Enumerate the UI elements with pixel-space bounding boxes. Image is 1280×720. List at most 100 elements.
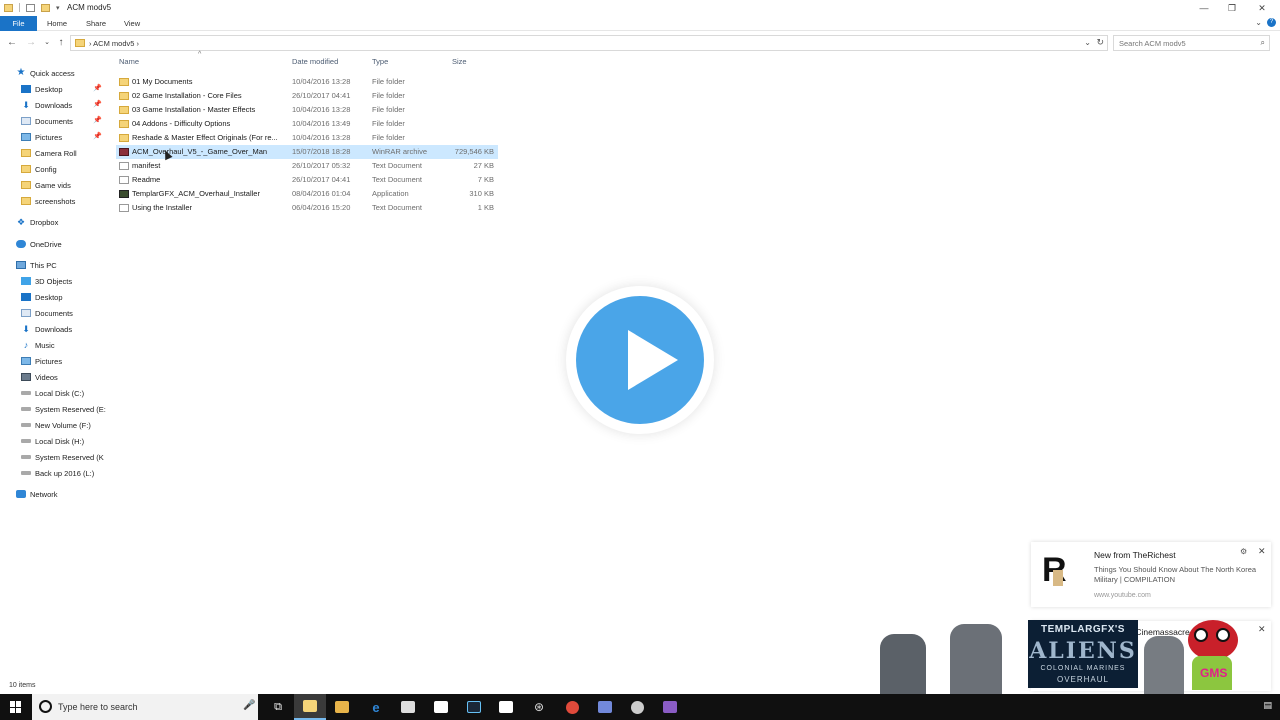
- nav-downloads[interactable]: ⬇ Downloads: [21, 98, 131, 112]
- taskbar-mail[interactable]: [425, 694, 457, 720]
- taskbar-edge[interactable]: e: [360, 694, 392, 720]
- recent-locations-button[interactable]: ⌄: [40, 37, 54, 49]
- taskbar-app[interactable]: [654, 694, 686, 720]
- taskbar-media-app[interactable]: [326, 694, 358, 720]
- close-button[interactable]: ✕: [1248, 0, 1276, 16]
- nav-screenshots[interactable]: screenshots: [21, 194, 131, 208]
- nav-drive-l[interactable]: Back up 2016 (L:): [21, 466, 131, 480]
- nav-pc-downloads[interactable]: ⬇ Downloads: [21, 322, 131, 336]
- new-folder-icon[interactable]: [41, 3, 50, 12]
- file-row[interactable]: manifest 26/10/2017 05:32 Text Document …: [116, 159, 498, 173]
- minimize-button[interactable]: —: [1190, 0, 1218, 16]
- nav-pictures[interactable]: Pictures: [21, 130, 131, 144]
- mascot-eye: [1216, 628, 1230, 642]
- nav-videos[interactable]: Videos: [21, 370, 131, 384]
- taskbar-search[interactable]: Type here to search 🎤: [32, 694, 258, 720]
- gear-icon[interactable]: ⚙: [1240, 547, 1247, 556]
- file-row[interactable]: TemplarGFX_ACM_Overhaul_Installer 08/04/…: [116, 187, 498, 201]
- refresh-icon[interactable]: ↻: [1096, 37, 1104, 48]
- taskbar-chrome[interactable]: [556, 694, 588, 720]
- nav-documents[interactable]: Documents: [21, 114, 131, 128]
- close-icon[interactable]: ✕: [1258, 546, 1266, 557]
- pin-icon: 📌: [93, 117, 102, 124]
- expand-ribbon-icon[interactable]: ⌄: [1255, 18, 1262, 27]
- logo-accent: [1053, 570, 1063, 586]
- file-row[interactable]: Readme 26/10/2017 04:41 Text Document 7 …: [116, 173, 498, 187]
- folder-icon[interactable]: [4, 3, 13, 12]
- nav-drive-h[interactable]: Local Disk (H:): [21, 434, 131, 448]
- notification-toast[interactable]: R New from TheRichest Things You Should …: [1031, 542, 1271, 607]
- nav-music[interactable]: ♪ Music: [21, 338, 131, 352]
- taskbar-app[interactable]: [490, 694, 522, 720]
- search-input[interactable]: [1114, 36, 1244, 50]
- help-icon[interactable]: ?: [1267, 18, 1276, 27]
- file-row[interactable]: Reshade & Master Effect Originals (For r…: [116, 131, 498, 145]
- properties-icon[interactable]: [26, 3, 35, 12]
- nav-3d-objects[interactable]: 3D Objects: [21, 274, 131, 288]
- chevron-down-icon[interactable]: ⌄: [1084, 38, 1091, 47]
- separator: [19, 3, 20, 12]
- taskbar-obs[interactable]: [621, 694, 653, 720]
- breadcrumb[interactable]: › ACM modv5 ›: [89, 39, 139, 48]
- taskbar-store[interactable]: [392, 694, 424, 720]
- taskbar-discord[interactable]: [589, 694, 621, 720]
- forward-button[interactable]: →: [24, 37, 38, 49]
- media-player-icon: [335, 701, 349, 713]
- taskbar-steam[interactable]: [458, 694, 490, 720]
- nav-drive-e[interactable]: System Reserved (E:: [21, 402, 131, 416]
- folder-icon: [21, 149, 31, 157]
- chevron-down-icon[interactable]: ▾: [56, 4, 60, 12]
- play-button[interactable]: [566, 286, 714, 434]
- sort-ascending-icon: ^: [198, 51, 202, 58]
- column-date-modified[interactable]: Date modified: [292, 57, 338, 69]
- nav-pc-pictures[interactable]: Pictures: [21, 354, 131, 368]
- nav-this-pc[interactable]: This PC: [16, 258, 126, 272]
- task-view-button[interactable]: ⧉: [262, 694, 294, 720]
- documents-icon: [21, 117, 31, 125]
- column-size[interactable]: Size: [452, 57, 467, 69]
- pictures-icon: [21, 133, 31, 141]
- nav-quick-access[interactable]: ★ Quick access: [16, 66, 126, 80]
- file-row[interactable]: 01 My Documents 10/04/2016 13:28 File fo…: [116, 75, 498, 89]
- file-row[interactable]: 03 Game Installation - Master Effects 10…: [116, 103, 498, 117]
- tab-file[interactable]: File: [0, 16, 37, 31]
- file-row[interactable]: 04 Addons - Difficulty Options 10/04/201…: [116, 117, 498, 131]
- column-name[interactable]: Name: [119, 57, 139, 69]
- folder-icon: [119, 120, 129, 128]
- desktop-icon: [21, 85, 31, 93]
- search-icon[interactable]: ⌕: [1261, 38, 1265, 48]
- nav-config[interactable]: Config: [21, 162, 131, 176]
- soldier-figure: [950, 624, 1002, 694]
- nav-camera-roll[interactable]: Camera Roll: [21, 146, 131, 160]
- file-row-selected[interactable]: ACM_Overhaul_V5_-_Game_Over_Man 15/07/20…: [116, 145, 498, 159]
- nav-drive-c[interactable]: Local Disk (C:): [21, 386, 131, 400]
- start-button[interactable]: [0, 694, 32, 720]
- column-type[interactable]: Type: [372, 57, 388, 69]
- microphone-icon[interactable]: 🎤: [243, 700, 255, 711]
- taskbar-file-explorer[interactable]: [294, 694, 326, 720]
- nav-game-vids[interactable]: Game vids: [21, 178, 131, 192]
- window-title: ACM modv5: [67, 3, 112, 12]
- nav-drive-k[interactable]: System Reserved (K: [21, 450, 131, 464]
- file-row[interactable]: Using the Installer 06/04/2016 15:20 Tex…: [116, 201, 498, 215]
- action-center-icon[interactable]: ▤: [1263, 700, 1272, 711]
- tab-home[interactable]: Home: [41, 16, 73, 31]
- taskbar-app[interactable]: ⊛: [523, 694, 555, 720]
- nav-dropbox[interactable]: ❖ Dropbox: [16, 215, 126, 229]
- tab-view[interactable]: View: [118, 16, 146, 31]
- back-button[interactable]: ←: [5, 37, 19, 49]
- file-row[interactable]: 02 Game Installation - Core Files 26/10/…: [116, 89, 498, 103]
- up-button[interactable]: ↑: [54, 37, 68, 49]
- address-bar[interactable]: › ACM modv5 › ⌄ ↻: [70, 35, 1108, 51]
- nav-onedrive[interactable]: OneDrive: [16, 237, 126, 251]
- text-document-icon: [119, 204, 129, 212]
- restore-button[interactable]: ❐: [1218, 0, 1246, 16]
- nav-desktop[interactable]: Desktop: [21, 82, 131, 96]
- file-explorer-icon: [303, 700, 317, 712]
- nav-drive-f[interactable]: New Volume (F:): [21, 418, 131, 432]
- nav-pc-documents[interactable]: Documents: [21, 306, 131, 320]
- nav-network[interactable]: Network: [16, 487, 126, 501]
- search-box[interactable]: ⌕: [1113, 35, 1270, 51]
- nav-pc-desktop[interactable]: Desktop: [21, 290, 131, 304]
- tab-share[interactable]: Share: [80, 16, 112, 31]
